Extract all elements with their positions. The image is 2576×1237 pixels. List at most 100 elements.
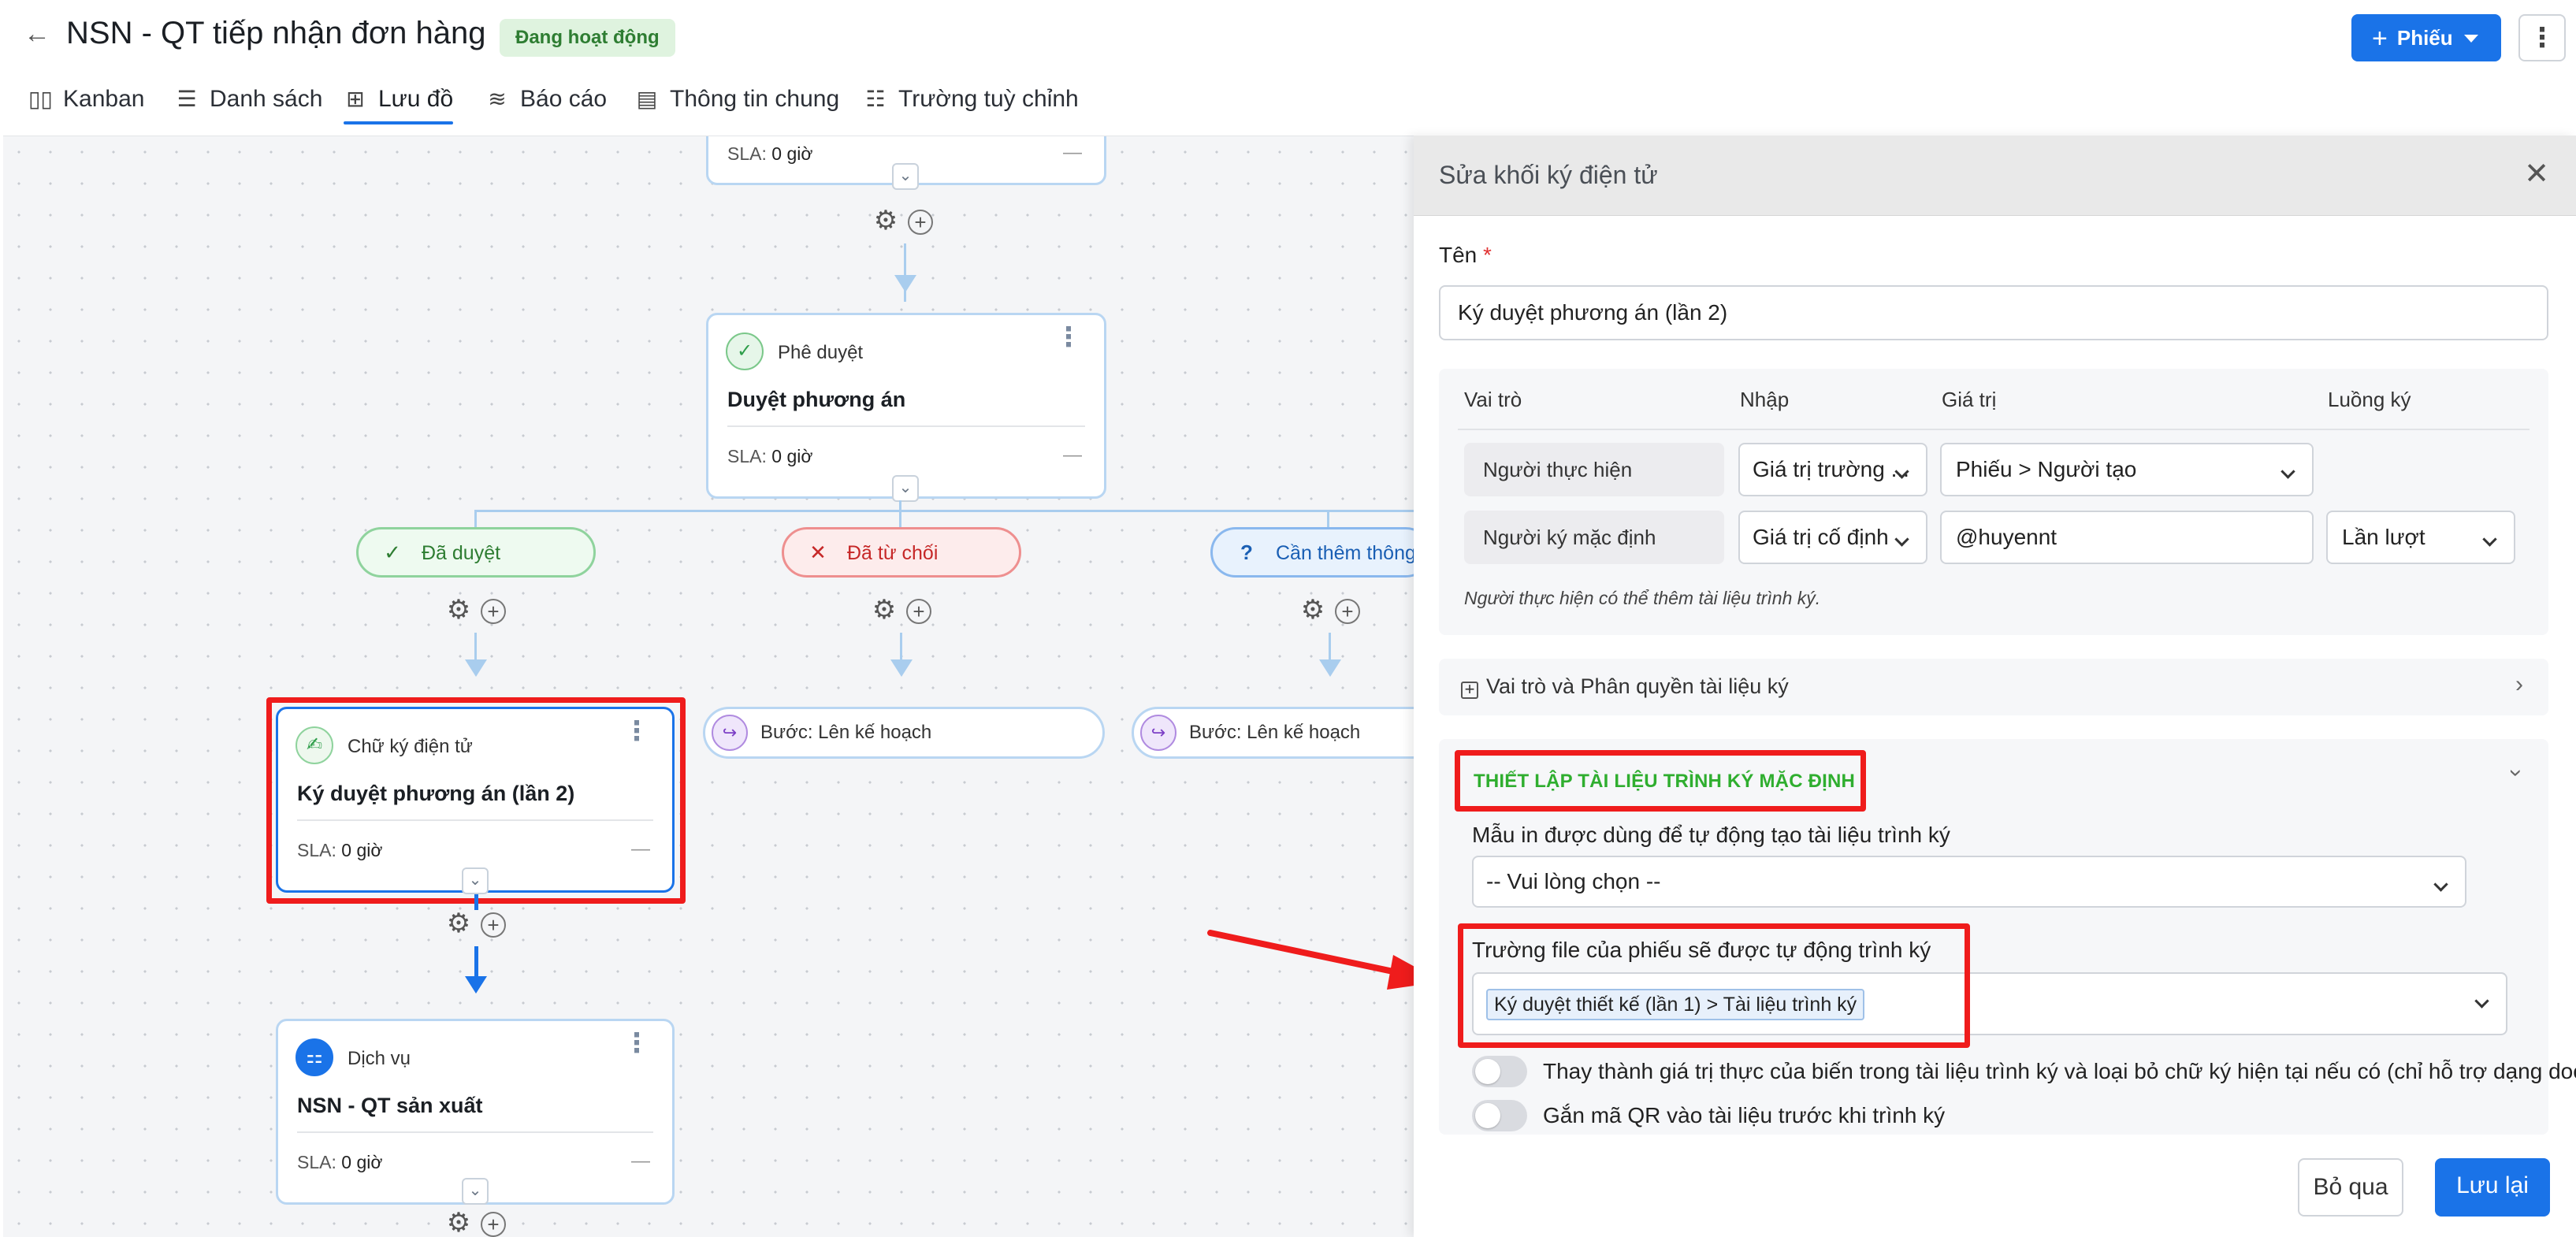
name-input[interactable]: Ký duyệt phương án (lần 2) xyxy=(1439,285,2548,340)
sla-text: SLA: 0 giờ xyxy=(727,446,813,466)
check-circle-icon: ✓ xyxy=(726,332,764,370)
close-icon[interactable]: ✕ xyxy=(2524,156,2549,191)
col-header-input: Nhập xyxy=(1740,388,1790,411)
edit-esign-panel: Sửa khối ký điện tử ✕ Tên * Ký duyệt phư… xyxy=(1414,136,2576,1237)
node-type: Phê duyệt xyxy=(778,342,864,363)
chevron-down-icon[interactable]: › xyxy=(2503,769,2530,777)
signing-flow-select[interactable]: Lần lượt xyxy=(2326,511,2515,564)
arrow-left-icon[interactable]: ← xyxy=(24,19,50,50)
node-controls: ⚙ + xyxy=(446,910,506,938)
tab-kanban-label: Kanban xyxy=(63,86,145,112)
connector-line xyxy=(474,894,478,910)
template-select[interactable]: -- Vui lòng chọn -- xyxy=(1472,856,2466,908)
tab-kanban[interactable]: ▯▯ Kanban xyxy=(28,79,144,126)
node-type: Dịch vụ xyxy=(348,1048,411,1069)
flow-canvas[interactable]: SLA: 0 giờ — ⌄ ⚙ + ✓ Phê duyệt ⋮ Duyệt ph… xyxy=(3,136,1414,1237)
highlight-box xyxy=(1455,750,1866,812)
step-icon: ↪ xyxy=(712,715,748,751)
flowchart-icon: ⊞ xyxy=(346,87,365,111)
input-type-select[interactable]: Giá trị cố định xyxy=(1738,511,1927,564)
gear-icon[interactable]: ⚙ xyxy=(873,207,898,234)
col-header-role: Vai trò xyxy=(1464,388,1522,411)
gear-icon[interactable]: ⚙ xyxy=(446,596,471,623)
tab-info-label: Thông tin chung xyxy=(670,86,840,112)
cancel-button[interactable]: Bỏ qua xyxy=(2298,1158,2403,1217)
divider xyxy=(727,425,1085,427)
add-ticket-button[interactable]: + Phiếu xyxy=(2351,14,2501,61)
value-input[interactable]: @huyennt xyxy=(1940,511,2314,564)
node-menu-icon[interactable]: ⋮ xyxy=(623,1030,650,1057)
divider xyxy=(1458,429,2530,430)
branch-rejected[interactable]: ✕ Đã từ chối xyxy=(782,527,1021,578)
node-menu-icon[interactable]: ⋮ xyxy=(1055,324,1082,351)
node-name: NSN - QT sản xuất xyxy=(297,1094,483,1117)
branch-approved-label: Đã duyệt xyxy=(422,542,501,564)
gear-icon[interactable]: ⚙ xyxy=(872,596,897,623)
tab-custom-fields[interactable]: ☷ Trường tuỳ chỉnh xyxy=(864,79,1078,126)
plus-icon: + xyxy=(2372,24,2388,54)
add-icon[interactable]: + xyxy=(481,1212,506,1237)
highlight-box xyxy=(1458,923,1970,1048)
step-box-reject[interactable]: ↪ Bước: Lên kế hoạch xyxy=(703,707,1105,759)
node-controls: ⚙ + xyxy=(446,1209,506,1237)
chevron-down-icon[interactable]: ⌄ xyxy=(462,1178,489,1205)
tab-report[interactable]: ≋ Báo cáo xyxy=(485,79,607,126)
connector-arrow xyxy=(465,976,487,994)
divider xyxy=(297,1131,653,1133)
info-icon: ▤ xyxy=(636,87,658,111)
save-button[interactable]: Lưu lại xyxy=(2435,1158,2550,1217)
add-icon[interactable]: + xyxy=(481,912,506,938)
input-type-select[interactable]: Giá trị trường ... xyxy=(1738,443,1927,496)
flow-node-approve[interactable]: ✓ Phê duyệt ⋮ Duyệt phương án SLA: 0 giờ… xyxy=(706,313,1106,499)
qr-code-toggle[interactable] xyxy=(1472,1100,1527,1131)
value-select[interactable]: Phiếu > Người tạo xyxy=(1940,443,2314,496)
tab-info[interactable]: ▤ Thông tin chung xyxy=(635,79,839,126)
gear-icon[interactable]: ⚙ xyxy=(1300,596,1325,623)
tab-report-label: Báo cáo xyxy=(520,86,608,112)
branch-approved[interactable]: ✓ Đã duyệt xyxy=(356,527,596,578)
connector-line xyxy=(1327,510,1329,527)
branch-need-info[interactable]: ? Cần thêm thông tin xyxy=(1210,527,1414,578)
default-doc-section: THIẾT LẬP TÀI LIỆU TRÌNH KÝ MẶC ĐỊNH › M… xyxy=(1439,739,2576,1135)
gear-icon[interactable]: ⚙ xyxy=(446,1209,471,1236)
connector-arrow xyxy=(465,659,487,677)
replace-variables-toggle[interactable] xyxy=(1472,1056,1527,1087)
gear-icon[interactable]: ⚙ xyxy=(446,910,471,937)
more-vertical-icon[interactable]: ⋮ xyxy=(2518,14,2566,61)
flow-node-service[interactable]: ⚏ Dịch vụ ⋮ NSN - QT sản xuất SLA: 0 giờ… xyxy=(276,1019,675,1205)
chevron-down-icon[interactable]: ⌄ xyxy=(892,163,919,190)
node-controls: ⚙ + xyxy=(873,207,933,235)
custom-fields-icon: ☷ xyxy=(865,87,886,111)
add-icon[interactable]: + xyxy=(481,599,506,624)
step-box-info[interactable]: ↪ Bước: Lên kế hoạch xyxy=(1132,707,1414,759)
tab-flowchart[interactable]: ⊞ Lưu đồ xyxy=(344,79,454,126)
sla-dash: — xyxy=(1063,142,1082,163)
table-hint: Người thực hiện có thể thêm tài liệu trì… xyxy=(1464,588,1821,608)
accordion-title: + Vai trò và Phân quyền tài liệu ký xyxy=(1461,674,1789,699)
sla-dash: — xyxy=(1063,444,1082,466)
add-icon[interactable]: + xyxy=(906,599,931,624)
col-header-flow: Luồng ký xyxy=(2328,388,2411,411)
sla-dash: — xyxy=(631,1150,650,1172)
chevron-right-icon: › xyxy=(2515,671,2523,697)
branch-need-info-label: Cần thêm thông tin xyxy=(1276,542,1414,564)
close-icon: ✕ xyxy=(809,540,827,564)
add-icon[interactable]: + xyxy=(1335,599,1360,624)
top-bar: ← NSN - QT tiếp nhận đơn hàng Đang hoạt … xyxy=(0,0,2576,72)
chevron-down-icon[interactable]: ⌄ xyxy=(462,867,489,894)
connector-line xyxy=(899,500,901,527)
panel-title: Sửa khối ký điện tử xyxy=(1439,161,1658,189)
connector-arrow xyxy=(890,659,913,677)
add-icon[interactable]: + xyxy=(908,210,933,235)
panel-header: Sửa khối ký điện tử ✕ xyxy=(1414,136,2576,216)
qr-code-label: Gắn mã QR vào tài liệu trước khi trình k… xyxy=(1543,1103,1946,1127)
list-icon: ☰ xyxy=(177,87,197,111)
branch-rejected-label: Đã từ chối xyxy=(847,542,939,564)
template-label: Mẫu in được dùng để tự động tạo tài liệu… xyxy=(1472,823,1950,847)
chevron-down-icon[interactable]: ⌄ xyxy=(892,475,919,502)
node-controls: ⚙ + xyxy=(446,596,506,624)
roles-permission-accordion[interactable]: + Vai trò và Phân quyền tài liệu ký › xyxy=(1439,659,2548,715)
tab-list[interactable]: ☰ Danh sách xyxy=(175,79,322,126)
tab-flowchart-label: Lưu đồ xyxy=(378,86,454,112)
expand-icon: + xyxy=(1461,681,1478,699)
